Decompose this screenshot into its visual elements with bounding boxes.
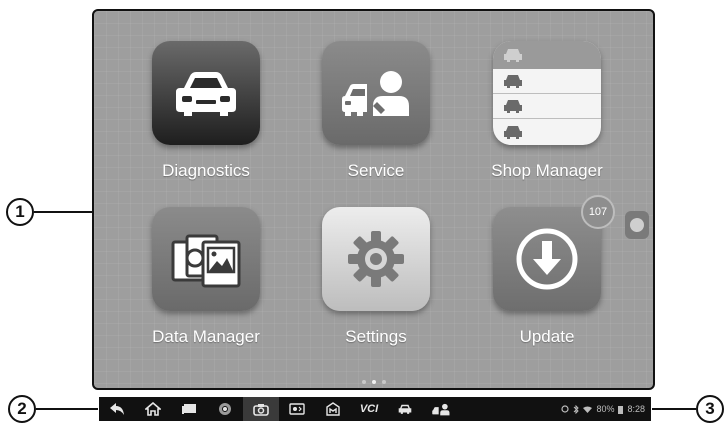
vci-button[interactable]: VCI [351, 397, 387, 421]
app-diagnostics[interactable]: Diagnostics [136, 41, 276, 181]
page-indicator [94, 380, 653, 384]
app-data-manager[interactable]: Data Manager [136, 207, 276, 347]
service-icon [432, 403, 450, 415]
car-technician-icon [342, 71, 409, 116]
settings-tile[interactable] [322, 207, 430, 311]
camera-icon [253, 403, 269, 416]
shop-manager-row [493, 94, 601, 119]
diagnostics-shortcut-button[interactable] [387, 397, 423, 421]
battery-level: 80% [596, 404, 615, 414]
diagnostics-tile[interactable] [152, 41, 260, 145]
battery-icon [618, 405, 624, 414]
home-screen: Diagnostics Service Shop Manager Data Ma… [92, 9, 655, 390]
service-label: Service [347, 161, 405, 180]
bluetooth-icon [574, 404, 580, 414]
callout-3-leader [652, 408, 696, 410]
floating-shortcut-icon [630, 218, 644, 232]
app-update[interactable]: 107 Update [477, 195, 617, 347]
settings-label: Settings [345, 327, 407, 346]
clock: 8:28 [627, 404, 645, 414]
car-icon [176, 72, 236, 116]
shop-manager-tile[interactable] [493, 41, 601, 145]
recent-apps-icon [182, 404, 196, 414]
browser-button[interactable] [207, 397, 243, 421]
back-icon [110, 403, 124, 415]
settings-status-icon [561, 405, 570, 413]
page-dot [381, 380, 386, 384]
download-icon [516, 228, 578, 290]
home-icon [145, 402, 161, 416]
shop-manager-row [493, 119, 601, 144]
camera-button[interactable] [243, 397, 279, 421]
callout-1: 1 [6, 198, 34, 226]
shop-manager-header [493, 41, 601, 69]
update-label: Update [519, 327, 575, 346]
shop-manager-row [493, 69, 601, 94]
image-files-icon [171, 234, 241, 288]
callout-2-leader [36, 408, 98, 410]
maxifix-icon [326, 402, 340, 416]
back-button[interactable] [99, 397, 135, 421]
shop-manager-label: Shop Manager [491, 161, 603, 180]
data-manager-label: Data Manager [152, 327, 260, 346]
car-icon [504, 49, 522, 62]
car-icon [504, 125, 522, 139]
callout-3: 3 [696, 395, 724, 423]
chrome-icon [219, 403, 231, 415]
floating-shortcut-button[interactable] [625, 211, 649, 239]
vci-icon: VCI [359, 403, 379, 415]
home-button[interactable] [135, 397, 171, 421]
wifi-icon [583, 406, 593, 413]
screen-light-icon [289, 403, 305, 415]
page-dot [371, 380, 376, 384]
app-service[interactable]: Service [306, 41, 446, 181]
display-audio-button[interactable] [279, 397, 315, 421]
gear-icon [348, 231, 404, 287]
app-shop-manager[interactable]: Shop Manager [477, 41, 617, 181]
maxifix-button[interactable] [315, 397, 351, 421]
data-manager-tile[interactable] [152, 207, 260, 311]
service-tile[interactable] [322, 41, 430, 145]
car-icon [504, 100, 522, 113]
service-shortcut-button[interactable] [423, 397, 459, 421]
car-icon [398, 404, 412, 414]
app-settings[interactable]: Settings [306, 207, 446, 347]
page-dot [361, 380, 366, 384]
callout-2: 2 [8, 395, 36, 423]
recent-apps-button[interactable] [171, 397, 207, 421]
car-icon [504, 75, 522, 88]
status-area: 80% 8:28 [561, 404, 651, 414]
diagnostics-label: Diagnostics [162, 161, 250, 180]
navigation-bar: VCI 80% 8:28 [99, 397, 651, 421]
update-count-badge: 107 [581, 195, 615, 229]
callout-1-leader [34, 211, 92, 213]
